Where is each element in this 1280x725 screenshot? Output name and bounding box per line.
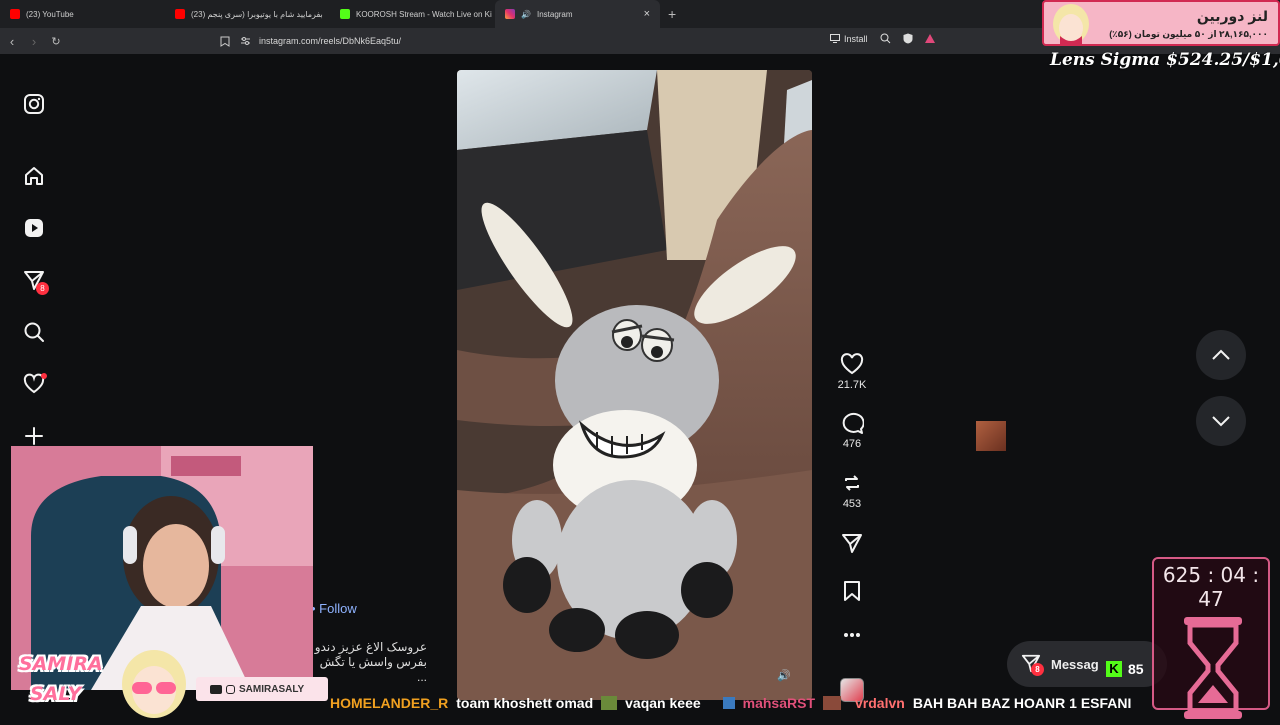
subathon-timer: 625 : 04 : 47 bbox=[1152, 557, 1270, 719]
tab-youtube-dinner[interactable]: (23) بفرمایید شام با یوتیوبرا (سری پنجم bbox=[165, 0, 330, 28]
tab-title: Instagram bbox=[536, 9, 573, 19]
social-handle-plate: SAMIRASALY bbox=[196, 677, 328, 701]
viewer-count: 85 bbox=[1128, 661, 1144, 677]
previous-reel-button[interactable] bbox=[1196, 330, 1246, 380]
chat-message: BAH BAH BAZ HOANR 1 ESFANI bbox=[912, 695, 1132, 711]
tab-title: (23) YouTube bbox=[26, 9, 74, 19]
tab-kick-stream[interactable]: KOOROSH Stream - Watch Live on Ki bbox=[330, 0, 495, 28]
youtube-icon bbox=[210, 684, 222, 694]
comment-icon bbox=[842, 412, 864, 434]
messages-label: Messag bbox=[1051, 656, 1099, 672]
send-icon bbox=[842, 534, 862, 553]
donation-title: لنز دوربین bbox=[1196, 8, 1268, 24]
repost-icon bbox=[845, 475, 859, 491]
timer-text: 625 : 04 : 47 bbox=[1162, 563, 1260, 611]
comment-button[interactable]: 476 bbox=[832, 412, 872, 450]
send-icon: 8 bbox=[1021, 653, 1044, 676]
messages-badge: 8 bbox=[36, 282, 49, 295]
url-text: instagram.com/reels/DbNk6Eaq5tu/ bbox=[259, 36, 402, 46]
forward-icon[interactable]: › bbox=[24, 34, 44, 49]
heart-icon bbox=[840, 353, 864, 375]
comments-count: 476 bbox=[842, 438, 862, 450]
volume-icon[interactable]: 🔊 bbox=[777, 669, 791, 682]
notifications-heart-icon[interactable] bbox=[22, 372, 47, 396]
site-settings-icon[interactable] bbox=[240, 36, 251, 46]
kick-viewer-count: K 85 bbox=[1106, 661, 1144, 677]
search-icon[interactable] bbox=[22, 320, 46, 344]
reel-video[interactable]: 🔊 bbox=[457, 70, 812, 700]
instagram-icon bbox=[505, 9, 515, 19]
chat-emote-icon bbox=[601, 696, 618, 710]
bookmark-icon[interactable] bbox=[220, 36, 230, 47]
tab-title: (23) بفرمایید شام با یوتیوبرا (سری پنجم bbox=[191, 9, 323, 19]
floating-avatar bbox=[976, 421, 1006, 451]
chat-ticker: HOMELANDER_R toam khoshett omad vaqan ke… bbox=[330, 690, 1280, 716]
tab-instagram[interactable]: 🔊 Instagram × bbox=[495, 0, 660, 28]
save-button[interactable] bbox=[832, 580, 872, 606]
like-button[interactable]: 21.7K bbox=[832, 353, 872, 391]
instagram-logo-icon[interactable] bbox=[22, 92, 46, 116]
chevron-up-icon bbox=[1212, 349, 1230, 360]
hourglass-icon bbox=[1184, 617, 1242, 719]
chevron-down-icon bbox=[1212, 416, 1230, 427]
youtube-icon bbox=[10, 9, 20, 19]
chat-user: HOMELANDER_R bbox=[330, 695, 449, 711]
kick-icon bbox=[340, 9, 350, 19]
monitor-icon bbox=[830, 34, 840, 43]
speaker-icon: 🔊 bbox=[521, 9, 531, 19]
caption-line: عروسک الاغ عزیز دندو bbox=[314, 640, 427, 654]
lens-goal-text: Lens Sigma $524.25/$1,000 bbox=[1050, 50, 1280, 70]
bookmark-icon bbox=[844, 581, 860, 601]
messages-icon[interactable]: 8 bbox=[22, 268, 49, 295]
next-reel-button[interactable] bbox=[1196, 396, 1246, 446]
social-handle: SAMIRASALY bbox=[239, 683, 305, 695]
address-bar-actions: Install bbox=[830, 33, 935, 44]
zoom-icon[interactable] bbox=[880, 33, 891, 44]
youtube-icon bbox=[175, 9, 185, 19]
donkey-plush-image bbox=[457, 70, 812, 700]
notification-dot bbox=[41, 373, 47, 379]
new-tab-button[interactable]: + bbox=[660, 6, 684, 22]
reel-caption: عروسک الاغ عزیز دندو بفرس واسش یا تگش ..… bbox=[312, 640, 427, 685]
repost-button[interactable]: 453 bbox=[832, 472, 872, 510]
share-button[interactable] bbox=[832, 532, 872, 558]
tab-youtube[interactable]: (23) YouTube bbox=[0, 0, 165, 28]
caption-line: بفرس واسش یا تگش bbox=[319, 655, 427, 669]
tab-title: KOOROSH Stream - Watch Live on Ki bbox=[356, 9, 492, 19]
instagram-icon bbox=[226, 684, 235, 694]
streamer-name-logo: SAMIRA bbox=[19, 653, 103, 675]
reposts-count: 453 bbox=[842, 498, 862, 510]
chat-badge-icon bbox=[722, 697, 735, 709]
back-icon[interactable]: ‹ bbox=[2, 34, 22, 49]
likes-count: 21.7K bbox=[837, 379, 867, 391]
kick-icon: K bbox=[1106, 661, 1122, 677]
follow-button[interactable]: • Follow bbox=[311, 601, 357, 616]
chat-message: vaqan keee bbox=[625, 695, 701, 711]
home-icon[interactable] bbox=[22, 164, 46, 188]
chat-user: vrdalvn bbox=[855, 695, 905, 711]
chat-user: mahsaRST bbox=[742, 695, 815, 711]
more-options-button[interactable] bbox=[832, 632, 872, 642]
brave-rewards-icon[interactable] bbox=[924, 34, 935, 43]
overlay-avatar bbox=[1050, 2, 1092, 46]
chat-emote-icon bbox=[823, 696, 841, 710]
messages-pill-badge: 8 bbox=[1031, 662, 1044, 676]
reload-icon[interactable]: ↻ bbox=[46, 35, 66, 48]
streamer-name-logo-2: SALY bbox=[30, 683, 82, 705]
more-icon bbox=[844, 633, 860, 637]
install-button[interactable]: Install bbox=[830, 34, 868, 44]
cartoon-avatar bbox=[118, 644, 190, 720]
donation-goal-overlay: لنز دوربین ۲۸,۱۶۵,۰۰۰ از ۵۰ میلیون تومان… bbox=[1042, 0, 1280, 46]
brave-shield-icon[interactable] bbox=[903, 33, 913, 44]
create-icon[interactable] bbox=[22, 424, 46, 448]
reels-icon[interactable] bbox=[22, 216, 46, 240]
close-tab-icon[interactable]: × bbox=[644, 8, 650, 20]
donation-progress: ۲۸,۱۶۵,۰۰۰ از ۵۰ میلیون تومان (۵۶٪) bbox=[1109, 29, 1268, 39]
caption-more[interactable]: ... bbox=[312, 670, 427, 685]
chat-message: toam khoshett omad bbox=[456, 695, 594, 711]
